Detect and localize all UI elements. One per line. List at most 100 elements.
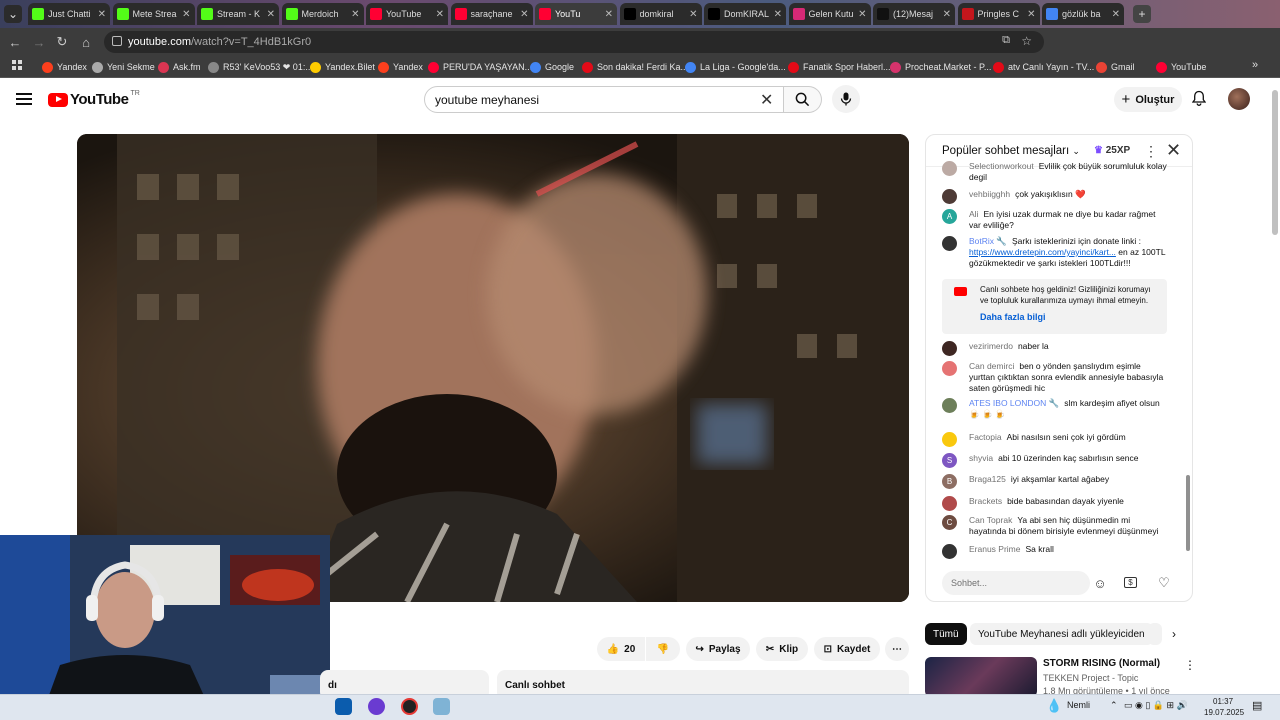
clip-button[interactable]: ✂ Klip xyxy=(756,637,808,661)
chat-author-avatar[interactable] xyxy=(942,496,957,511)
browser-tab[interactable]: Mete Strea ✕ xyxy=(112,3,195,25)
taskbar-app-icon[interactable] xyxy=(401,698,418,715)
tab-close-icon[interactable]: ✕ xyxy=(689,9,697,20)
chat-author-avatar[interactable] xyxy=(942,432,957,447)
xp-badge[interactable]: ♛ 25XP xyxy=(1094,145,1130,156)
chat-author-name[interactable]: vehbiigghh xyxy=(969,189,1010,199)
bookmark-item[interactable]: Yandex xyxy=(42,60,87,74)
bookmark-item[interactable]: La Liga - Google'da... xyxy=(685,60,786,74)
learn-more-link[interactable]: Daha fazla bilgi xyxy=(980,312,1046,323)
heart-reaction-icon[interactable]: ♡ xyxy=(1156,575,1172,591)
chat-message[interactable]: C Can Toprak Ya abi sen hiç düşünmedin mi … xyxy=(942,515,1168,537)
clock-time[interactable]: 01:37 xyxy=(1213,697,1233,706)
chip-next[interactable] xyxy=(1148,623,1162,645)
chat-author-avatar[interactable] xyxy=(942,544,957,559)
chat-author-name[interactable]: ATES IBO LONDON 🔧 xyxy=(969,398,1059,408)
bookmark-item[interactable]: Yandex.Bilet xyxy=(310,60,375,74)
notifications-icon[interactable]: ▤ xyxy=(1252,699,1262,712)
chat-author-avatar[interactable] xyxy=(942,161,957,176)
voice-search-button[interactable] xyxy=(832,85,860,113)
browser-tab[interactable]: Gelen Kutu ✕ xyxy=(788,3,871,25)
taskbar-app-icon[interactable] xyxy=(368,698,385,715)
tab-close-icon[interactable]: ✕ xyxy=(1112,9,1120,20)
tab-close-icon[interactable]: ✕ xyxy=(774,9,782,20)
bookmark-item[interactable]: Yandex xyxy=(378,60,423,74)
notifications-bell-icon[interactable] xyxy=(1191,90,1207,109)
close-chat-icon[interactable]: ✕ xyxy=(1166,140,1181,161)
browser-tab[interactable]: YouTube ✕ xyxy=(366,3,448,25)
browser-tab[interactable]: saraçhane ✕ xyxy=(450,3,533,25)
chevron-right-icon[interactable]: › xyxy=(1172,627,1176,641)
chat-message[interactable]: BotRix 🔧 Şarkı isteklerinizi için donate … xyxy=(942,236,1168,269)
chat-message[interactable]: Brackets bide babasından dayak yiyenle xyxy=(942,496,1168,511)
search-input[interactable]: youtube meyhanesi xyxy=(424,86,784,113)
browser-tab[interactable]: Just Chatti ✕ xyxy=(28,3,110,25)
search-button[interactable] xyxy=(784,86,822,113)
share-button[interactable]: ↪ Paylaş xyxy=(686,637,750,661)
taskbar-app-icon[interactable] xyxy=(433,698,450,715)
chat-author-name[interactable]: shyvia xyxy=(969,453,993,463)
browser-tab[interactable]: Merdoich ✕ xyxy=(281,3,364,25)
chat-author-avatar[interactable] xyxy=(942,341,957,356)
tab-close-icon[interactable]: ✕ xyxy=(182,9,190,20)
rec-more-icon[interactable]: ⋮ xyxy=(1184,658,1196,672)
bookmark-star-icon[interactable]: ☆ xyxy=(1021,34,1032,48)
bookmark-item[interactable]: Ask.fm xyxy=(158,60,201,74)
chat-author-avatar[interactable] xyxy=(942,189,957,204)
url-field[interactable]: youtube.com/watch?v=T_4HdB1kGr0 ⧉ ☆ xyxy=(104,31,1044,53)
chat-input[interactable]: Sohbet... xyxy=(942,571,1090,595)
bookmark-item[interactable]: Gmail xyxy=(1096,60,1135,74)
chat-author-name[interactable]: Brackets xyxy=(969,496,1002,506)
browser-tab[interactable]: YouTu ✕ xyxy=(535,3,617,25)
tab-close-icon[interactable]: ✕ xyxy=(605,9,613,20)
chat-message[interactable]: Eranus Prime Sa krall xyxy=(942,544,1168,559)
chat-author-name[interactable]: Ali xyxy=(969,209,978,219)
bookmark-item[interactable]: R53' KeVoo53 ❤ 01:... xyxy=(208,60,313,74)
chat-message-link[interactable]: https://www.dretepin.com/yayinci/kart... xyxy=(969,247,1116,257)
tab-close-icon[interactable]: ✕ xyxy=(351,9,359,20)
chat-author-avatar[interactable] xyxy=(942,398,957,413)
browser-tab[interactable]: DomKIRAL ✕ xyxy=(704,3,786,25)
tab-close-icon[interactable]: ✕ xyxy=(267,9,275,20)
tab-close-icon[interactable]: ✕ xyxy=(858,9,866,20)
more-actions-icon[interactable]: ⋯ xyxy=(885,637,909,661)
rec-channel[interactable]: TEKKEN Project - Topic xyxy=(1043,673,1138,683)
bookmark-item[interactable]: YouTube xyxy=(1156,60,1206,74)
chat-author-avatar[interactable] xyxy=(942,361,957,376)
chip-uploader[interactable]: YouTube Meyhanesi adlı yükleyiciden xyxy=(970,623,1153,645)
tab-close-icon[interactable]: ✕ xyxy=(520,9,528,20)
chat-message[interactable]: Sshyvia abi 10 üzerinden kaç sabırlısın s… xyxy=(942,453,1168,468)
chat-author-name[interactable]: Selectionworkout xyxy=(969,161,1034,171)
cast-icon[interactable]: ⧉ xyxy=(1002,34,1010,47)
chat-scrollbar[interactable] xyxy=(1186,475,1190,551)
chat-message[interactable]: A Ali En iyisi uzak durmak ne diye bu kada… xyxy=(942,209,1168,231)
browser-tab[interactable]: Pringles C ✕ xyxy=(957,3,1040,25)
home-icon[interactable]: ⌂ xyxy=(74,30,98,54)
emoji-icon[interactable]: ☺ xyxy=(1092,575,1108,591)
page-scrollbar[interactable] xyxy=(1272,90,1278,235)
guide-menu-icon[interactable] xyxy=(16,93,32,105)
like-button[interactable]: 👍 20 xyxy=(597,637,645,661)
save-button[interactable]: ⊡ Kaydet xyxy=(814,637,880,661)
chat-author-avatar[interactable]: S xyxy=(942,453,957,468)
chat-message[interactable]: ATES IBO LONDON 🔧 slm kardeşim afiyet ols… xyxy=(942,398,1168,420)
chat-message[interactable]: B Braga125 iyi akşamlar kartal ağabey xyxy=(942,474,1168,489)
tab-close-icon[interactable]: ✕ xyxy=(98,9,106,20)
dislike-button[interactable]: 👎 xyxy=(646,637,680,661)
tab-close-icon[interactable]: ✕ xyxy=(1027,9,1035,20)
site-info-icon[interactable] xyxy=(112,36,122,46)
forward-icon[interactable]: → xyxy=(27,30,51,54)
youtube-logo[interactable]: YouTube TR xyxy=(48,90,140,108)
tray-chevron-icon[interactable]: ⌃ xyxy=(1110,700,1118,711)
tab-search-button[interactable]: ⌄ xyxy=(4,5,22,23)
chat-author-name[interactable]: Can demirci xyxy=(969,361,1014,371)
browser-tab[interactable]: Stream - K ✕ xyxy=(197,3,279,25)
new-tab-button[interactable]: + xyxy=(1133,5,1151,23)
bookmark-item[interactable]: PERU'DA YAŞAYAN... xyxy=(428,60,532,74)
more-bookmarks-icon[interactable]: » xyxy=(1252,59,1258,71)
bookmark-item[interactable]: atv Canlı Yayın - TV... xyxy=(993,60,1094,74)
account-avatar[interactable] xyxy=(1228,88,1250,110)
super-chat-icon[interactable]: $ xyxy=(1124,577,1137,588)
chat-author-name[interactable]: Factopia xyxy=(969,432,1002,442)
weather-label[interactable]: Nemli xyxy=(1067,700,1090,710)
